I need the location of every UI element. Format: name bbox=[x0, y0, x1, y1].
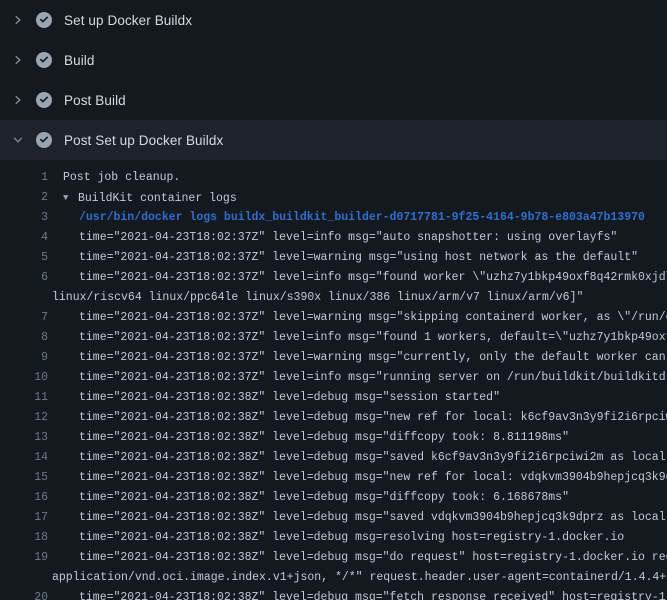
log-line-number[interactable]: 19 bbox=[0, 548, 48, 568]
log-row: 14 time="2021-04-23T18:02:38Z" level=debu… bbox=[0, 448, 667, 468]
step-label: Set up Docker Buildx bbox=[64, 13, 192, 28]
log-line-number[interactable]: 15 bbox=[0, 468, 48, 488]
log-console: 1 Post job cleanup. 2 ▼BuildKit container l… bbox=[0, 160, 667, 600]
log-line-number[interactable]: 14 bbox=[0, 448, 48, 468]
step-label: Build bbox=[64, 53, 95, 68]
log-row: 11 time="2021-04-23T18:02:38Z" level=debu… bbox=[0, 388, 667, 408]
log-line-number[interactable]: 16 bbox=[0, 488, 48, 508]
log-line-text: time="2021-04-23T18:02:37Z" level=info m… bbox=[79, 228, 617, 248]
log-line-number[interactable]: 2 bbox=[0, 188, 48, 208]
check-circle-icon bbox=[36, 52, 52, 68]
log-line-text: time="2021-04-23T18:02:37Z" level=info m… bbox=[79, 328, 667, 348]
log-line-number[interactable]: 17 bbox=[0, 508, 48, 528]
log-line-number[interactable]: 20 bbox=[0, 588, 48, 600]
log-line-text: time="2021-04-23T18:02:38Z" level=debug … bbox=[79, 388, 500, 408]
log-row: 17 time="2021-04-23T18:02:38Z" level=debu… bbox=[0, 508, 667, 528]
actions-log-viewer: Set up Docker Buildx Build Post Build Post … bbox=[0, 0, 667, 600]
log-line-number[interactable]: 13 bbox=[0, 428, 48, 448]
check-circle-icon bbox=[36, 132, 52, 148]
log-line-text: time="2021-04-23T18:02:38Z" level=debug … bbox=[79, 448, 667, 468]
log-line-number[interactable]: 8 bbox=[0, 328, 48, 348]
log-row: 19 time="2021-04-23T18:02:38Z" level=debu… bbox=[0, 548, 667, 568]
log-row: 18 time="2021-04-23T18:02:38Z" level=debu… bbox=[0, 528, 667, 548]
log-command-text: /usr/bin/docker logs buildx_buildkit_bui… bbox=[79, 208, 645, 228]
log-row: 8 time="2021-04-23T18:02:37Z" level=info … bbox=[0, 328, 667, 348]
log-row: 7 time="2021-04-23T18:02:37Z" level=warni… bbox=[0, 308, 667, 328]
log-line-text: time="2021-04-23T18:02:38Z" level=debug … bbox=[79, 468, 667, 488]
step-row[interactable]: Post Build bbox=[0, 80, 667, 120]
log-line-number[interactable]: 7 bbox=[0, 308, 48, 328]
log-line-text: time="2021-04-23T18:02:38Z" level=debug … bbox=[79, 408, 667, 428]
log-line-number[interactable]: 6 bbox=[0, 268, 48, 288]
log-row: 12 time="2021-04-23T18:02:38Z" level=debu… bbox=[0, 408, 667, 428]
log-row: 1 Post job cleanup. bbox=[0, 168, 667, 188]
chevron-down-icon bbox=[10, 132, 26, 148]
log-row: linux/riscv64 linux/ppc64le linux/s390x … bbox=[0, 288, 667, 308]
log-line-text: application/vnd.oci.image.index.v1+json,… bbox=[52, 568, 667, 588]
step-label: Post Set up Docker Buildx bbox=[64, 133, 223, 148]
log-line-text: Post job cleanup. bbox=[63, 168, 180, 188]
log-row: 6 time="2021-04-23T18:02:37Z" level=info … bbox=[0, 268, 667, 288]
log-line-number[interactable]: 12 bbox=[0, 408, 48, 428]
log-line-text: time="2021-04-23T18:02:38Z" level=debug … bbox=[79, 528, 624, 548]
log-row: application/vnd.oci.image.index.v1+json,… bbox=[0, 568, 667, 588]
chevron-right-icon bbox=[10, 52, 26, 68]
log-line-number bbox=[0, 568, 48, 588]
check-circle-icon bbox=[36, 92, 52, 108]
group-expanded-triangle-icon: ▼ bbox=[63, 188, 78, 208]
log-row: 16 time="2021-04-23T18:02:38Z" level=debu… bbox=[0, 488, 667, 508]
log-row: 9 time="2021-04-23T18:02:37Z" level=warni… bbox=[0, 348, 667, 368]
log-row: 5 time="2021-04-23T18:02:37Z" level=warni… bbox=[0, 248, 667, 268]
steps-list: Set up Docker Buildx Build Post Build Post … bbox=[0, 0, 667, 160]
log-line-number[interactable]: 18 bbox=[0, 528, 48, 548]
step-row[interactable]: Set up Docker Buildx bbox=[0, 0, 667, 40]
log-row: 4 time="2021-04-23T18:02:37Z" level=info … bbox=[0, 228, 667, 248]
log-line-text: linux/riscv64 linux/ppc64le linux/s390x … bbox=[52, 288, 583, 308]
log-line-text: time="2021-04-23T18:02:37Z" level=info m… bbox=[79, 268, 667, 288]
group-label: BuildKit container logs bbox=[78, 192, 237, 205]
log-line-text: time="2021-04-23T18:02:37Z" level=warnin… bbox=[79, 248, 638, 268]
log-line-text: ▼BuildKit container logs bbox=[63, 188, 237, 208]
chevron-right-icon bbox=[10, 12, 26, 28]
log-line-text: time="2021-04-23T18:02:38Z" level=debug … bbox=[79, 488, 569, 508]
log-line-text: time="2021-04-23T18:02:38Z" level=debug … bbox=[79, 508, 667, 528]
log-row: 10 time="2021-04-23T18:02:37Z" level=info… bbox=[0, 368, 667, 388]
log-row: 20 time="2021-04-23T18:02:38Z" level=debu… bbox=[0, 588, 667, 600]
log-line-number[interactable]: 10 bbox=[0, 368, 48, 388]
log-line-number[interactable]: 11 bbox=[0, 388, 48, 408]
log-line-text: time="2021-04-23T18:02:38Z" level=debug … bbox=[79, 428, 569, 448]
step-row[interactable]: Post Set up Docker Buildx bbox=[0, 120, 667, 160]
log-line-number[interactable]: 3 bbox=[0, 208, 48, 228]
log-line-number[interactable]: 5 bbox=[0, 248, 48, 268]
step-label: Post Build bbox=[64, 93, 126, 108]
log-line-text: time="2021-04-23T18:02:38Z" level=debug … bbox=[79, 588, 667, 600]
log-row: 3/usr/bin/docker logs buildx_buildkit_bu… bbox=[0, 208, 667, 228]
log-line-number[interactable]: 4 bbox=[0, 228, 48, 248]
log-line-text: time="2021-04-23T18:02:38Z" level=debug … bbox=[79, 548, 667, 568]
log-line-text: time="2021-04-23T18:02:37Z" level=info m… bbox=[79, 368, 667, 388]
step-row[interactable]: Build bbox=[0, 40, 667, 80]
log-line-number[interactable]: 9 bbox=[0, 348, 48, 368]
log-group-row[interactable]: 2 ▼BuildKit container logs bbox=[0, 188, 667, 208]
log-line-text: time="2021-04-23T18:02:37Z" level=warnin… bbox=[79, 348, 667, 368]
log-row: 15 time="2021-04-23T18:02:38Z" level=debu… bbox=[0, 468, 667, 488]
log-line-number[interactable]: 1 bbox=[0, 168, 48, 188]
chevron-right-icon bbox=[10, 92, 26, 108]
log-row: 13 time="2021-04-23T18:02:38Z" level=debu… bbox=[0, 428, 667, 448]
log-line-number bbox=[0, 288, 48, 308]
log-line-text: time="2021-04-23T18:02:37Z" level=warnin… bbox=[79, 308, 667, 328]
check-circle-icon bbox=[36, 12, 52, 28]
